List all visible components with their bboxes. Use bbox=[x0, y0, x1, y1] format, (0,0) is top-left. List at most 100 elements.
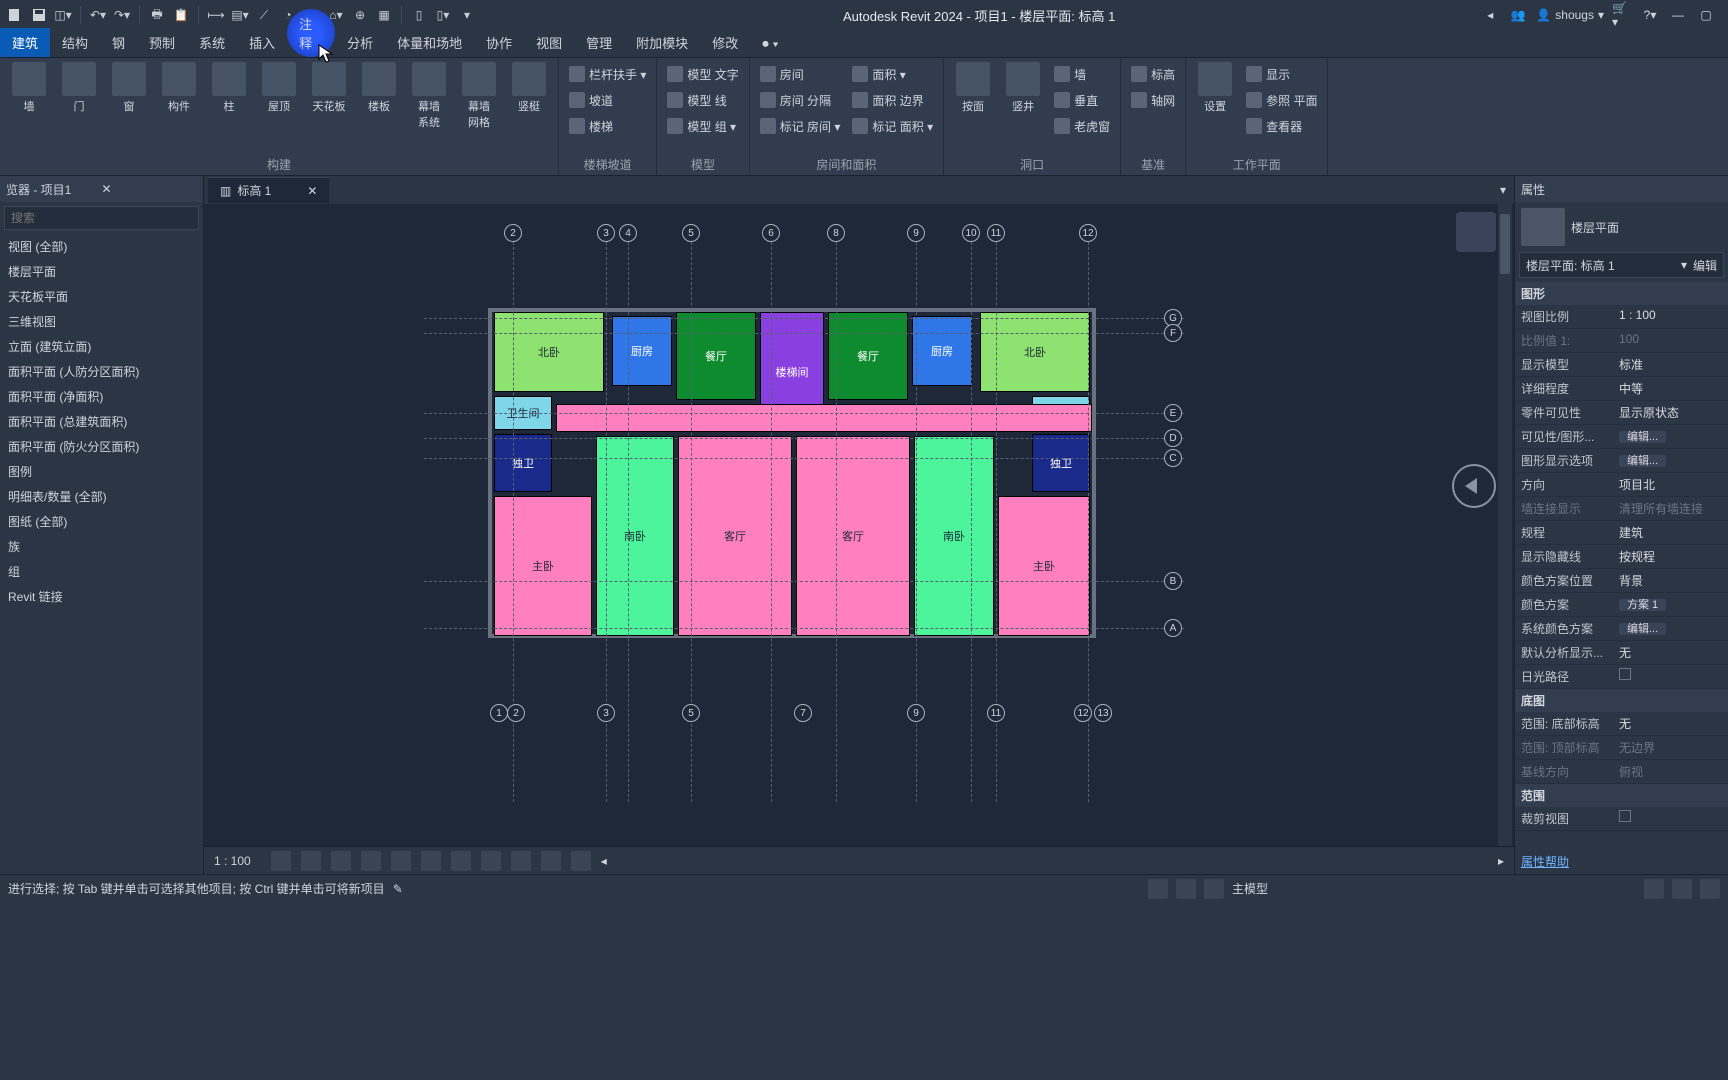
filter2-icon[interactable] bbox=[1700, 879, 1720, 899]
crop-region-icon[interactable] bbox=[421, 851, 441, 871]
edit-type-button[interactable]: 编辑 bbox=[1693, 257, 1717, 274]
dimension-icon[interactable]: ⟼ bbox=[205, 4, 227, 26]
ribbon-button-small[interactable]: 轴网 bbox=[1127, 88, 1179, 112]
reveal-icon[interactable] bbox=[541, 851, 561, 871]
search-left-icon[interactable]: ◂ bbox=[1480, 5, 1500, 25]
new-icon[interactable] bbox=[4, 4, 26, 26]
detail-level-icon[interactable] bbox=[271, 851, 291, 871]
ribbon-button[interactable]: 楼板 bbox=[356, 62, 402, 114]
properties-help-link[interactable]: 属性帮助 bbox=[1521, 855, 1569, 869]
property-row[interactable]: 颜色方案方案 1 bbox=[1515, 593, 1728, 617]
grid-bubble[interactable]: 12 bbox=[1079, 224, 1097, 242]
property-row[interactable]: 显示模型标准 bbox=[1515, 353, 1728, 377]
temp-hide-icon[interactable] bbox=[511, 851, 531, 871]
ribbon-tab[interactable]: 体量和场地 bbox=[385, 28, 474, 57]
room[interactable]: 主卧 bbox=[494, 496, 592, 636]
scroll-right-icon[interactable]: ▸ bbox=[1498, 854, 1504, 868]
tree-item[interactable]: 面积平面 (人防分区面积) bbox=[0, 359, 203, 384]
scrollbar-vertical[interactable] bbox=[1498, 204, 1512, 846]
ribbon-button-small[interactable]: 模型 文字 bbox=[663, 62, 742, 86]
ribbon-button-small[interactable]: 显示 bbox=[1242, 62, 1321, 86]
list-icon[interactable]: ▦ bbox=[373, 4, 395, 26]
edit-button[interactable]: 编辑... bbox=[1619, 455, 1666, 467]
ribbon-tab[interactable]: 修改 bbox=[700, 28, 750, 57]
property-row[interactable]: 规程建筑 bbox=[1515, 521, 1728, 545]
room[interactable]: 北卧 bbox=[494, 312, 604, 392]
property-row[interactable]: 系统颜色方案编辑... bbox=[1515, 617, 1728, 641]
ribbon-button-small[interactable]: 坡道 bbox=[565, 88, 650, 112]
tree-item[interactable]: 图纸 (全部) bbox=[0, 509, 203, 534]
ribbon-button-small[interactable]: 标高 bbox=[1127, 62, 1179, 86]
type-selector[interactable]: 楼层平面 bbox=[1521, 208, 1722, 246]
grid-bubble[interactable]: B bbox=[1164, 572, 1182, 590]
ribbon-button[interactable]: 天花板 bbox=[306, 62, 352, 114]
ribbon-button[interactable]: 构件 bbox=[156, 62, 202, 114]
redo-icon[interactable]: ↷▾ bbox=[111, 4, 133, 26]
ribbon-button-small[interactable]: 标记 房间 ▾ bbox=[756, 114, 845, 138]
room[interactable]: 厨房 bbox=[612, 316, 672, 386]
tree-item[interactable]: 组 bbox=[0, 559, 203, 584]
minimize-icon[interactable]: — bbox=[1668, 5, 1688, 25]
cart-icon[interactable]: 🛒▾ bbox=[1612, 5, 1632, 25]
hide-icon[interactable] bbox=[481, 851, 501, 871]
tab-icon[interactable]: ▯ bbox=[408, 4, 430, 26]
ribbon-button[interactable]: 按面 bbox=[950, 62, 996, 114]
grid-bubble[interactable]: E bbox=[1164, 404, 1182, 422]
chevron-down-icon[interactable]: ▾ bbox=[456, 4, 478, 26]
grid-bubble[interactable]: 9 bbox=[907, 224, 925, 242]
ribbon-tab[interactable]: 附加模块 bbox=[624, 28, 700, 57]
help-icon[interactable]: ?▾ bbox=[1640, 5, 1660, 25]
thin-lines-icon[interactable]: ⟋ bbox=[253, 4, 275, 26]
close-icon[interactable]: ✕ bbox=[307, 184, 317, 198]
ribbon-button-small[interactable]: 模型 线 bbox=[663, 88, 742, 112]
crop-icon[interactable] bbox=[391, 851, 411, 871]
room[interactable]: 餐厅 bbox=[676, 312, 756, 400]
cascade-icon[interactable]: ▯▾ bbox=[432, 4, 454, 26]
record-icon[interactable]: ⏺ ▾ bbox=[750, 31, 790, 57]
grid-bubble[interactable]: 3 bbox=[597, 224, 615, 242]
sun-path-icon[interactable] bbox=[331, 851, 351, 871]
ribbon-button[interactable]: 竖井 bbox=[1000, 62, 1046, 114]
ribbon-button-small[interactable]: 模型 组 ▾ bbox=[663, 114, 742, 138]
grid-bubble[interactable]: 2 bbox=[507, 704, 525, 722]
ribbon-tab[interactable]: 管理 bbox=[574, 28, 624, 57]
property-row[interactable]: 墙连接显示清理所有墙连接 bbox=[1515, 497, 1728, 521]
copy-icon[interactable]: ◫▾ bbox=[52, 4, 74, 26]
room[interactable] bbox=[556, 404, 1092, 432]
property-row[interactable]: 基线方向俯视 bbox=[1515, 760, 1728, 784]
property-row[interactable]: 方向项目北 bbox=[1515, 473, 1728, 497]
link-icon[interactable] bbox=[451, 851, 471, 871]
tree-item[interactable]: 立面 (建筑立面) bbox=[0, 334, 203, 359]
ribbon-button[interactable]: 屋顶 bbox=[256, 62, 302, 114]
room[interactable]: 南卧 bbox=[596, 436, 674, 636]
edit-button[interactable]: 编辑... bbox=[1619, 431, 1666, 443]
tree-item[interactable]: 楼层平面 bbox=[0, 259, 203, 284]
grid-bubble[interactable]: 8 bbox=[827, 224, 845, 242]
property-row[interactable]: 可见性/图形...编辑... bbox=[1515, 425, 1728, 449]
ribbon-button[interactable]: 竖梃 bbox=[506, 62, 552, 114]
room[interactable]: 主卧 bbox=[998, 496, 1090, 636]
ribbon-tab[interactable]: 钢 bbox=[100, 28, 137, 57]
ribbon-tab[interactable]: 预制 bbox=[137, 28, 187, 57]
grid-bubble[interactable]: 5 bbox=[682, 704, 700, 722]
property-category[interactable]: 范围 bbox=[1515, 784, 1728, 807]
ribbon-tab[interactable]: 系统 bbox=[187, 28, 237, 57]
save-icon[interactable] bbox=[28, 4, 50, 26]
ribbon-button-small[interactable]: 面积 边界 bbox=[848, 88, 937, 112]
ribbon-tab[interactable]: 协作 bbox=[474, 28, 524, 57]
tree-item[interactable]: 族 bbox=[0, 534, 203, 559]
view-cube[interactable] bbox=[1456, 212, 1496, 252]
print-icon[interactable]: 🖶 bbox=[146, 4, 168, 26]
property-row[interactable]: 默认分析显示...无 bbox=[1515, 641, 1728, 665]
grid-bubble[interactable]: 4 bbox=[619, 224, 637, 242]
close-icon[interactable]: ✕ bbox=[102, 182, 198, 196]
grid-bubble[interactable]: D bbox=[1164, 429, 1182, 447]
ribbon-button-small[interactable]: 栏杆扶手 ▾ bbox=[565, 62, 650, 86]
ribbon-tab[interactable]: 结构 bbox=[50, 28, 100, 57]
ribbon-button[interactable]: 设置 bbox=[1192, 62, 1238, 114]
property-row[interactable]: 图形显示选项编辑... bbox=[1515, 449, 1728, 473]
target-icon[interactable]: ⊕ bbox=[349, 4, 371, 26]
grid-bubble[interactable]: 10 bbox=[962, 224, 980, 242]
ribbon-button[interactable]: 门 bbox=[56, 62, 102, 114]
checkbox[interactable] bbox=[1619, 668, 1631, 680]
